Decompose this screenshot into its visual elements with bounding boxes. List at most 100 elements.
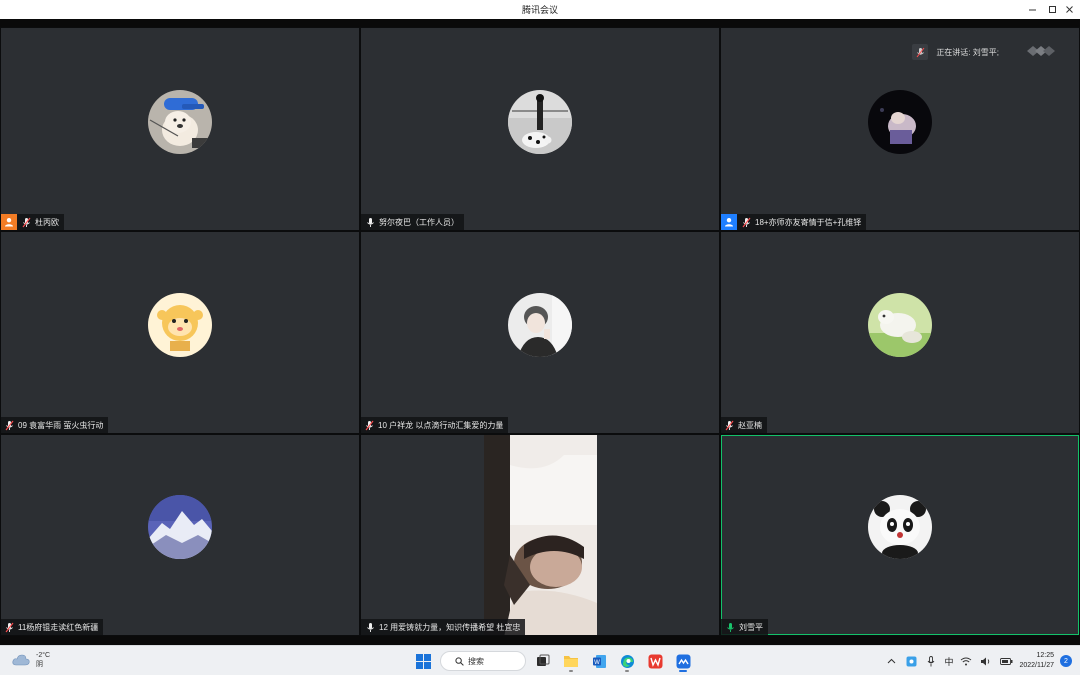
- tencent-meeting-button[interactable]: [672, 650, 694, 672]
- edge-button[interactable]: [616, 650, 638, 672]
- taskbar: -2°C 阴 搜索 W 中 12:25 2022/11/27 2: [0, 645, 1080, 675]
- input-method-indicator[interactable]: 中: [944, 655, 953, 668]
- panda-avatar: [868, 495, 932, 559]
- window-title: 腾讯会议: [521, 5, 558, 15]
- dog-cap-avatar: [148, 90, 212, 154]
- notification-badge[interactable]: 2: [1060, 655, 1072, 667]
- participant-name: 刘雪平: [739, 622, 763, 632]
- bottom-separator: [0, 636, 1080, 645]
- search-icon: [455, 656, 464, 666]
- participant-name: 努尔夜巴（工作人员）: [379, 217, 459, 227]
- folder-icon: [564, 656, 578, 667]
- participant-namebar: 10 户祥龙 以点滴行动汇集爱的力量: [361, 417, 509, 433]
- word-button[interactable]: W: [588, 650, 610, 672]
- participant-tile[interactable]: 09 袁富华雨 萤火虫行动: [1, 232, 359, 433]
- edge-icon: [620, 654, 634, 668]
- participant-tile-active-speaker[interactable]: 刘雪平: [721, 435, 1079, 635]
- taskbar-apps: 搜索 W: [412, 650, 694, 672]
- taskbar-search[interactable]: 搜索: [440, 651, 526, 671]
- participant-tile[interactable]: 11杨府锟走读红色新疆: [1, 435, 359, 635]
- search-label: 搜索: [468, 656, 484, 666]
- participant-name: 12 用爱铸就力量，知识传播希望 杜宜忠: [379, 622, 521, 632]
- microphone-icon: [928, 655, 935, 666]
- participant-name: 10 户祥龙 以点滴行动汇集爱的力量: [378, 420, 504, 430]
- show-hidden-icons-button[interactable]: [884, 650, 898, 672]
- clock[interactable]: 12:25 2022/11/27: [1019, 651, 1054, 671]
- participant-tile[interactable]: 赵亚楠: [721, 232, 1079, 433]
- mountain-avatar: [148, 495, 212, 559]
- system-tray: 中 12:25 2022/11/27 2: [884, 650, 1072, 672]
- participant-tile[interactable]: 杜丙欧: [1, 28, 359, 230]
- word-icon: W: [592, 654, 606, 668]
- cohost-icon: [721, 214, 737, 230]
- start-button[interactable]: [412, 650, 434, 672]
- participant-namebar: 18+亦师亦友寄情于信+孔维铎: [721, 214, 867, 230]
- volume-button[interactable]: [979, 650, 993, 672]
- cartoon-avatar: [148, 293, 212, 357]
- wifi-icon: [961, 657, 972, 665]
- tray-app-button[interactable]: [904, 650, 918, 672]
- mic-muted-icon: [3, 620, 15, 634]
- participant-grid: 杜丙欧 努尔夜巴（工作人员） 正在讲话: 刘雪平; 18+亦师亦友寄情于信+孔维…: [0, 27, 1080, 636]
- wps-button[interactable]: [644, 650, 666, 672]
- mic-muted-icon: [20, 215, 32, 229]
- participant-tile[interactable]: 12 用爱铸就力量，知识传播希望 杜宜忠: [361, 435, 719, 635]
- top-separator: [0, 19, 1080, 27]
- maximize-icon: [1048, 6, 1056, 13]
- participant-namebar: 12 用爱铸就力量，知识传播希望 杜宜忠: [361, 619, 526, 635]
- mic-muted-icon: [740, 215, 752, 229]
- wifi-button[interactable]: [959, 650, 973, 672]
- close-icon: [1065, 6, 1073, 13]
- tray-app-icon: [906, 656, 917, 666]
- participant-name: 赵亚楠: [738, 420, 762, 430]
- task-view-icon: [537, 654, 550, 666]
- animal-avatar: [868, 293, 932, 357]
- participant-namebar: 努尔夜巴（工作人员）: [361, 214, 464, 230]
- microphone-tray-button[interactable]: [924, 650, 938, 672]
- participant-name: 09 袁富华雨 萤火虫行动: [18, 420, 104, 430]
- minimize-icon: [1028, 9, 1036, 11]
- cloud-icon: [12, 654, 30, 666]
- mic-muted-icon: [363, 418, 375, 432]
- mic-muted-icon: [3, 418, 15, 432]
- participant-namebar: 09 袁富华雨 萤火虫行动: [1, 417, 109, 433]
- svg-text:W: W: [594, 660, 600, 666]
- weather-description: 阴: [36, 661, 43, 668]
- participant-name: 18+亦师亦友寄情于信+孔维铎: [755, 217, 862, 227]
- wps-icon: [648, 654, 662, 668]
- active-speaker-indicator: 正在讲话: 刘雪平;: [912, 44, 999, 60]
- weather-widget[interactable]: -2°C 阴: [12, 651, 50, 669]
- participant-tile[interactable]: 10 户祥龙 以点滴行动汇集爱的力量: [361, 232, 719, 433]
- participant-name: 杜丙欧: [35, 217, 59, 227]
- participant-namebar: 赵亚楠: [721, 417, 767, 433]
- participant-tile[interactable]: 努尔夜巴（工作人员）: [361, 28, 719, 230]
- task-view-button[interactable]: [532, 650, 554, 672]
- dog-bw-avatar: [508, 90, 572, 154]
- speaking-prefix: 正在讲话:: [936, 47, 973, 57]
- mic-speaking-icon: [724, 620, 736, 634]
- participant-namebar: 刘雪平: [721, 619, 768, 635]
- weather-temperature: -2°C: [36, 652, 51, 659]
- speaker-mic-icon: [912, 44, 929, 60]
- clock-date: 2022/11/27: [1019, 662, 1054, 669]
- title-bar: 腾讯会议: [0, 0, 1080, 19]
- night-avatar: [868, 90, 932, 154]
- chevron-up-icon: [887, 658, 896, 664]
- clock-time: 12:25: [1036, 652, 1054, 659]
- tencent-meeting-icon: [676, 654, 690, 668]
- mic-icon: [364, 215, 376, 229]
- tencent-meeting-logo-icon: [1025, 44, 1057, 63]
- participant-tile[interactable]: 正在讲话: 刘雪平; 18+亦师亦友寄情于信+孔维铎: [721, 28, 1079, 230]
- mic-icon: [364, 620, 376, 634]
- file-explorer-button[interactable]: [560, 650, 582, 672]
- windows-icon: [415, 653, 431, 669]
- close-button[interactable]: [1058, 1, 1080, 18]
- boy-avatar: [508, 293, 572, 357]
- battery-icon: [1000, 657, 1013, 665]
- participant-namebar: 11杨府锟走读红色新疆: [1, 619, 104, 635]
- camera-video-feed: [484, 435, 597, 635]
- mic-muted-icon: [723, 418, 735, 432]
- battery-button[interactable]: [999, 650, 1013, 672]
- participant-namebar: 杜丙欧: [1, 214, 64, 230]
- minimize-button[interactable]: [1021, 1, 1043, 18]
